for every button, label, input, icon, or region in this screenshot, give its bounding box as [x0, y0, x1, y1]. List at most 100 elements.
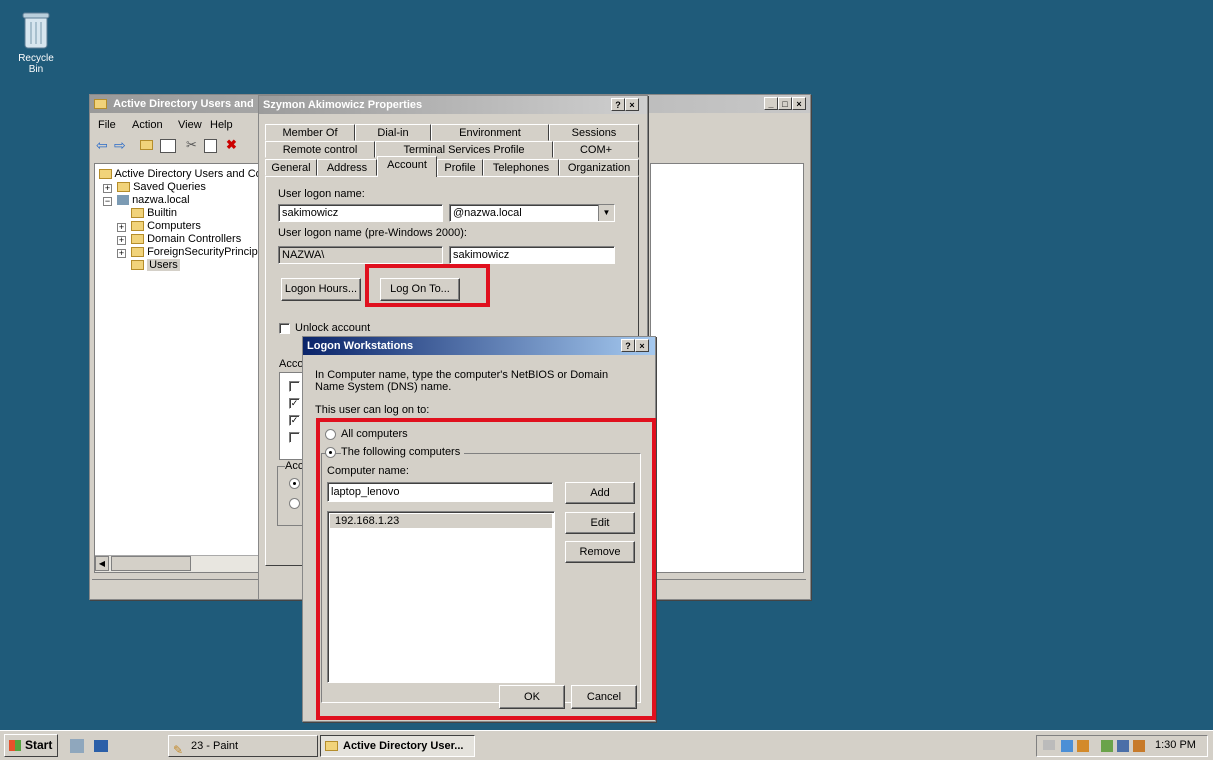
folder-icon	[131, 208, 144, 219]
tab-remote-control[interactable]: Remote control	[265, 141, 375, 158]
tab-sessions[interactable]: Sessions	[549, 124, 639, 141]
tab-address[interactable]: Address	[317, 159, 377, 176]
help-button[interactable]: ?	[621, 339, 635, 352]
tree-item-domain[interactable]: nazwa.local	[117, 194, 190, 206]
monitor-icon[interactable]	[1117, 740, 1129, 752]
tree-item-foreign[interactable]: ForeignSecurityPrincipa	[131, 246, 264, 258]
trash-icon	[22, 12, 50, 49]
workstations-titlebar[interactable]: Logon Workstations	[303, 337, 655, 355]
server-manager-icon[interactable]	[70, 739, 84, 753]
connection-icon[interactable]	[1101, 740, 1113, 752]
tab-organization[interactable]: Organization	[559, 159, 639, 176]
tree-item-domain-controllers[interactable]: Domain Controllers	[131, 233, 241, 245]
paint-icon: ✎	[173, 743, 184, 757]
start-button[interactable]: Start	[4, 734, 58, 757]
pre2000-domain: NAZWA\	[278, 246, 443, 264]
security-icon[interactable]	[1077, 740, 1089, 752]
user-can-log-on-label: This user can log on to:	[315, 404, 430, 416]
copy-icon[interactable]	[204, 139, 217, 153]
option-checkbox-1[interactable]	[289, 381, 300, 392]
unlock-label: Unlock account	[295, 322, 371, 334]
expand-saved-queries[interactable]: +	[103, 184, 112, 193]
close-button[interactable]: ×	[635, 339, 649, 352]
windows-logo-icon	[9, 740, 21, 751]
folder-icon	[131, 234, 144, 245]
clock[interactable]: 1:30 PM	[1155, 739, 1196, 751]
back-icon[interactable]: ⇦	[96, 137, 108, 154]
account-options-label: Acco	[279, 358, 304, 370]
tree-label: Saved Queries	[133, 181, 206, 193]
task-paint[interactable]: ✎ 23 - Paint	[168, 735, 318, 757]
tab-member-of[interactable]: Member Of	[265, 124, 355, 141]
minimize-button[interactable]: _	[764, 97, 778, 110]
tree-label: Computers	[147, 220, 201, 232]
tab-general[interactable]: General	[265, 159, 317, 176]
collapse-domain[interactable]: −	[103, 197, 112, 206]
menu-action[interactable]: Action	[132, 119, 163, 131]
pre2000-label: User logon name (pre-Windows 2000):	[278, 227, 467, 239]
scroll-left-button[interactable]: ◀	[95, 556, 109, 571]
tab-telephones[interactable]: Telephones	[483, 159, 559, 176]
aduc-title: Active Directory Users and	[113, 98, 254, 110]
properties-titlebar[interactable]: Szymon Akimowicz Properties	[259, 96, 647, 114]
tree-item-users[interactable]: Users	[131, 259, 180, 271]
account-expires-label: Acc	[285, 460, 304, 472]
cut-icon[interactable]: ✂	[186, 137, 197, 153]
domain-select[interactable]: @nazwa.local ▼	[449, 204, 615, 222]
start-label: Start	[25, 738, 53, 752]
tree-item-builtin[interactable]: Builtin	[131, 207, 177, 219]
folder-icon	[94, 99, 107, 110]
option-checkbox-3[interactable]: ✓	[289, 415, 300, 426]
aduc-icon	[325, 741, 338, 751]
console-tree-icon[interactable]	[160, 139, 176, 153]
tab-profile[interactable]: Profile	[437, 159, 483, 176]
logon-hours-button[interactable]: Logon Hours...	[281, 278, 361, 301]
end-of-radio[interactable]	[289, 498, 300, 509]
expand-foreign[interactable]: +	[117, 249, 126, 258]
never-radio[interactable]	[289, 478, 300, 489]
horizontal-scrollbar[interactable]: ◀	[95, 555, 259, 572]
unlock-checkbox[interactable]	[279, 323, 290, 334]
logon-name-input[interactable]: sakimowicz	[278, 204, 443, 222]
close-button[interactable]: ×	[792, 97, 806, 110]
network-icon[interactable]	[1061, 740, 1073, 752]
toolbar: ⇦ ⇨ ✂ ✖	[94, 137, 264, 157]
up-folder-icon[interactable]	[140, 139, 153, 151]
recycle-bin-icon[interactable]: Recycle Bin	[12, 10, 60, 75]
highlight-computers-area	[316, 418, 656, 720]
pre2000-name-input[interactable]: sakimowicz	[449, 246, 615, 264]
maximize-button[interactable]: □	[778, 97, 792, 110]
content-pane	[650, 163, 804, 573]
task-aduc[interactable]: Active Directory User...	[320, 735, 475, 757]
tree-label: ForeignSecurityPrincipa	[147, 246, 264, 258]
tree-root[interactable]: Active Directory Users and Cor	[99, 168, 265, 180]
properties-title: Szymon Akimowicz Properties	[263, 99, 423, 111]
tree-item-computers[interactable]: Computers	[131, 220, 201, 232]
tree-item-saved-queries[interactable]: Saved Queries	[117, 181, 206, 193]
system-tray: 1:30 PM	[1036, 735, 1208, 757]
folder-icon	[131, 247, 144, 258]
tab-account[interactable]: Account	[377, 156, 437, 177]
menu-help[interactable]: Help	[210, 119, 233, 131]
option-checkbox-2[interactable]: ✓	[289, 398, 300, 409]
menu-file[interactable]: File	[98, 119, 116, 131]
expand-computers[interactable]: +	[117, 223, 126, 232]
keyboard-icon[interactable]	[1043, 740, 1055, 750]
dropdown-arrow-icon[interactable]: ▼	[598, 205, 614, 221]
expand-domain-controllers[interactable]: +	[117, 236, 126, 245]
show-desktop-icon[interactable]	[94, 740, 108, 752]
close-button[interactable]: ×	[625, 98, 639, 111]
logon-name-label: User logon name:	[278, 188, 365, 200]
menu-view[interactable]: View	[178, 119, 202, 131]
delete-icon[interactable]: ✖	[226, 137, 237, 153]
tab-environment[interactable]: Environment	[431, 124, 549, 141]
task-label: 23 - Paint	[191, 740, 239, 752]
forward-icon[interactable]: ⇨	[114, 137, 126, 154]
volume-icon[interactable]	[1133, 740, 1145, 752]
scroll-thumb[interactable]	[111, 556, 191, 571]
help-button[interactable]: ?	[611, 98, 625, 111]
tab-dial-in[interactable]: Dial-in	[355, 124, 431, 141]
tab-com[interactable]: COM+	[553, 141, 639, 158]
workstations-title: Logon Workstations	[307, 340, 414, 352]
option-checkbox-4[interactable]	[289, 432, 300, 443]
